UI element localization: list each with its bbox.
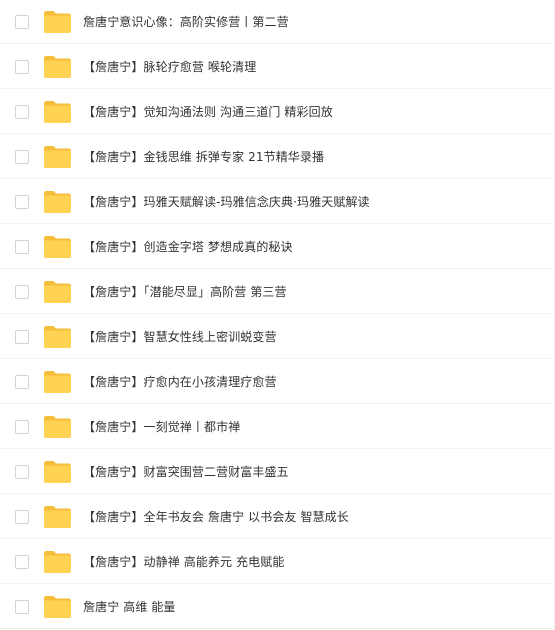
folder-name[interactable]: 【詹唐宁】疗愈内在小孩清理疗愈营: [83, 373, 277, 390]
folder-name[interactable]: 【詹唐宁】一刻觉禅丨都市禅: [83, 418, 240, 435]
row-checkbox[interactable]: [15, 14, 29, 29]
folder-icon: [44, 370, 71, 393]
row-checkbox[interactable]: [15, 419, 29, 434]
list-item[interactable]: 【詹唐宁】动静禅 高能养元 充电赋能: [0, 540, 554, 584]
folder-icon: [44, 100, 71, 123]
folder-name[interactable]: 【詹唐宁】「潜能尽显」高阶营 第三营: [83, 283, 287, 300]
row-checkbox[interactable]: [15, 329, 29, 344]
row-checkbox[interactable]: [15, 104, 29, 119]
folder-icon: [44, 505, 71, 528]
row-checkbox[interactable]: [15, 239, 29, 254]
list-item[interactable]: 【詹唐宁】创造金字塔 梦想成真的秘诀: [0, 225, 554, 269]
row-checkbox[interactable]: [15, 554, 29, 569]
folder-icon: [44, 325, 71, 348]
folder-name[interactable]: 【詹唐宁】创造金字塔 梦想成真的秘诀: [83, 238, 293, 255]
list-item[interactable]: 【詹唐宁】一刻觉禅丨都市禅: [0, 405, 554, 449]
row-checkbox[interactable]: [15, 284, 29, 299]
list-item[interactable]: 【詹唐宁】财富突围营二营财富丰盛五: [0, 450, 554, 494]
folder-name[interactable]: 詹唐宁 高维 能量: [83, 598, 176, 615]
folder-icon: [44, 460, 71, 483]
list-item[interactable]: 詹唐宁意识心像：高阶实修营丨第二营: [0, 0, 554, 44]
folder-name[interactable]: 【詹唐宁】全年书友会 詹唐宁 以书会友 智慧成长: [83, 508, 349, 525]
folder-name[interactable]: 【詹唐宁】脉轮疗愈营 喉轮清理: [83, 58, 256, 75]
folder-icon: [44, 595, 71, 618]
folder-name[interactable]: 【詹唐宁】玛雅天赋解读-玛雅信念庆典·玛雅天赋解读: [83, 193, 370, 210]
folder-name[interactable]: 【詹唐宁】智慧女性线上密训蜕变营: [83, 328, 277, 345]
folder-name[interactable]: 【詹唐宁】财富突围营二营财富丰盛五: [83, 463, 289, 480]
list-item[interactable]: 【詹唐宁】玛雅天赋解读-玛雅信念庆典·玛雅天赋解读: [0, 180, 554, 224]
folder-name[interactable]: 【詹唐宁】觉知沟通法则 沟通三道门 精彩回放: [83, 103, 333, 120]
folder-icon: [44, 55, 71, 78]
folder-icon: [44, 550, 71, 573]
list-item[interactable]: 【詹唐宁】金钱思维 拆弹专家 21节精华录播: [0, 135, 554, 179]
list-item[interactable]: 【詹唐宁】全年书友会 詹唐宁 以书会友 智慧成长: [0, 495, 554, 539]
folder-name[interactable]: 【詹唐宁】金钱思维 拆弹专家 21节精华录播: [83, 148, 324, 165]
row-checkbox[interactable]: [15, 194, 29, 209]
row-checkbox[interactable]: [15, 599, 29, 614]
folder-icon: [44, 235, 71, 258]
list-item[interactable]: 【詹唐宁】智慧女性线上密训蜕变营: [0, 315, 554, 359]
folder-icon: [44, 280, 71, 303]
row-checkbox[interactable]: [15, 509, 29, 524]
row-checkbox[interactable]: [15, 374, 29, 389]
folder-name[interactable]: 【詹唐宁】动静禅 高能养元 充电赋能: [83, 553, 284, 570]
list-item[interactable]: 【詹唐宁】「潜能尽显」高阶营 第三营: [0, 270, 554, 314]
list-item[interactable]: 詹唐宁 高维 能量: [0, 585, 554, 629]
folder-icon: [44, 190, 71, 213]
folder-icon: [44, 10, 71, 33]
list-item[interactable]: 【詹唐宁】脉轮疗愈营 喉轮清理: [0, 45, 554, 89]
folder-name[interactable]: 詹唐宁意识心像：高阶实修营丨第二营: [83, 13, 289, 30]
row-checkbox[interactable]: [15, 464, 29, 479]
folder-icon: [44, 145, 71, 168]
list-item[interactable]: 【詹唐宁】疗愈内在小孩清理疗愈营: [0, 360, 554, 404]
row-checkbox[interactable]: [15, 59, 29, 74]
list-item[interactable]: 【詹唐宁】觉知沟通法则 沟通三道门 精彩回放: [0, 90, 554, 134]
row-checkbox[interactable]: [15, 149, 29, 164]
file-list: 詹唐宁意识心像：高阶实修营丨第二营 【詹唐宁】脉轮疗愈营 喉轮清理 【詹唐宁】觉…: [0, 0, 555, 630]
folder-icon: [44, 415, 71, 438]
